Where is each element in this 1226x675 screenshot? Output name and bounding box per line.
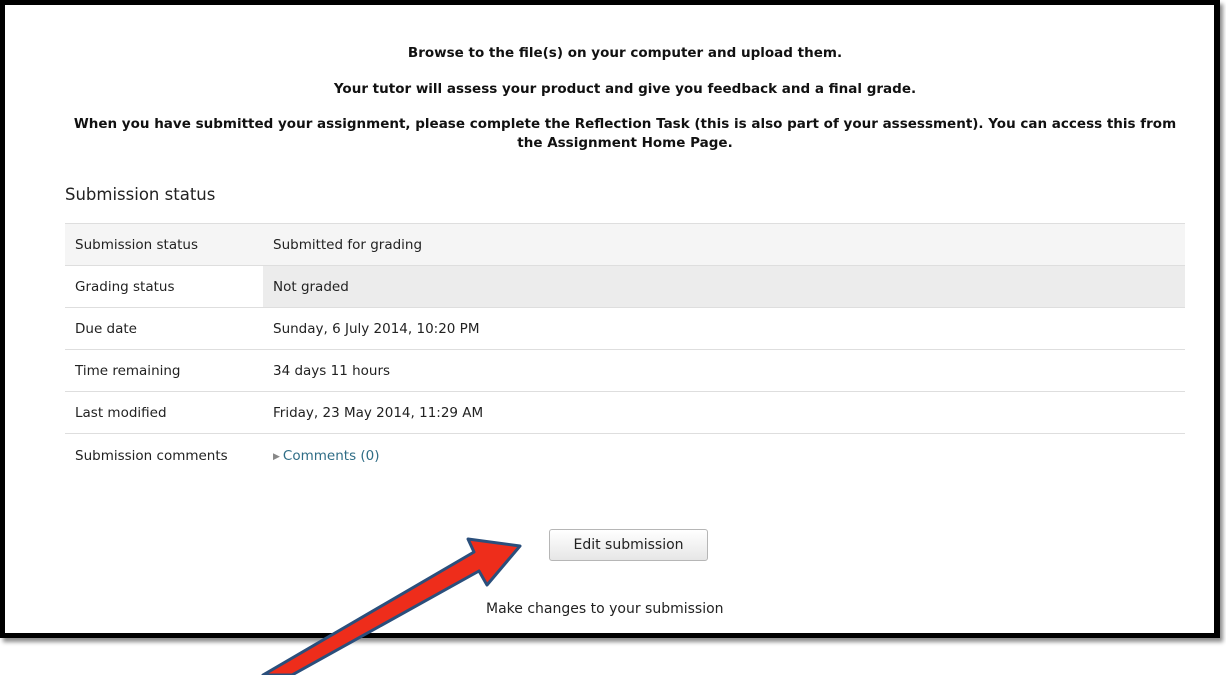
red-pointer-arrow-icon [261, 537, 522, 675]
arrow-shape [261, 537, 522, 675]
